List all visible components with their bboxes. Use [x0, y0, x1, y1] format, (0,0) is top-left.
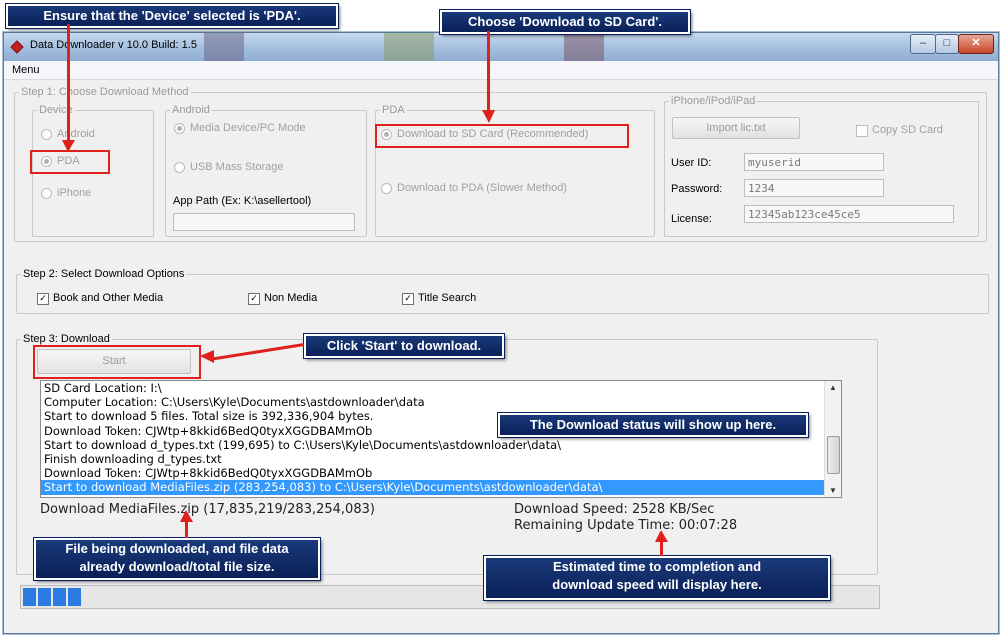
- device-arrow-head: [62, 140, 75, 152]
- sdcard-arrow-head: [482, 110, 495, 123]
- minimize-button[interactable]: –: [910, 34, 936, 54]
- app-icon: [10, 40, 24, 54]
- android-media-device-label: Media Device/PC Mode: [190, 122, 306, 134]
- progress-block: [23, 588, 36, 606]
- log-line: SD Card Location: I:\: [44, 381, 162, 395]
- title-bar-decoration: [564, 33, 604, 61]
- book-media-label: Book and Other Media: [53, 292, 164, 304]
- app-path-label: App Path (Ex: K:\asellertool): [173, 195, 312, 207]
- log-scrollbar[interactable]: ▲ ▼: [824, 381, 841, 497]
- annotation-estimate-line: Estimated time to completion and: [552, 559, 762, 574]
- device-android-radio[interactable]: [41, 129, 52, 140]
- device-iphone-label: iPhone: [57, 187, 92, 199]
- device-arrow-line: [67, 24, 70, 142]
- device-android-label: Android: [57, 128, 95, 140]
- title-bar-decoration: [204, 33, 244, 61]
- non-media-checkbox[interactable]: ✓: [248, 293, 260, 305]
- annotation-start-callout: Click 'Start' to download.: [304, 334, 504, 358]
- title-search-label: Title Search: [418, 292, 477, 304]
- annotation-device-callout: Ensure that the 'Device' selected is 'PD…: [6, 4, 338, 28]
- step3-legend: Step 3: Download: [23, 333, 110, 345]
- scroll-thumb[interactable]: [827, 436, 840, 474]
- import-license-button[interactable]: Import lic.txt: [672, 117, 800, 139]
- password-label: Password:: [671, 183, 723, 195]
- pda-legend: PDA: [382, 104, 405, 116]
- android-media-device-radio[interactable]: [174, 123, 185, 134]
- annotation-filedata-callout: File being downloaded, and file data alr…: [34, 538, 320, 580]
- pda-highlight-box: [30, 150, 110, 174]
- annotation-estimate-line: download speed will display here.: [552, 577, 762, 592]
- filedata-arrow-line: [185, 520, 188, 538]
- annotation-filedata-line: File being downloaded, and file data: [65, 541, 289, 556]
- annotation-status-callout: The Download status will show up here.: [498, 413, 808, 437]
- estimate-arrow-line: [660, 540, 663, 556]
- step1-legend: Step 1: Choose Download Method: [21, 86, 189, 98]
- window-title: Data Downloader v 10.0 Build: 1.5: [30, 39, 197, 51]
- maximize-button[interactable]: □: [935, 34, 959, 54]
- annotation-sdcard-callout: Choose 'Download to SD Card'.: [440, 10, 690, 34]
- android-legend: Android: [172, 104, 210, 116]
- pda-direct-radio[interactable]: [381, 183, 392, 194]
- filedata-arrow-head: [180, 510, 193, 522]
- title-search-checkbox[interactable]: ✓: [402, 293, 414, 305]
- scroll-up-icon[interactable]: ▲: [829, 383, 837, 392]
- copy-sd-card-label: Copy SD Card: [872, 124, 943, 136]
- remaining-time: Remaining Update Time: 00:07:28: [514, 518, 738, 533]
- current-file-status: Download MediaFiles.zip (17,835,219/283,…: [40, 502, 375, 517]
- progress-block: [38, 588, 51, 606]
- title-bar[interactable]: Data Downloader v 10.0 Build: 1.5 – □ ✕: [4, 33, 998, 61]
- log-line: Start to download d_types.txt (199,695) …: [44, 437, 562, 452]
- progress-block: [53, 588, 66, 606]
- android-usb-storage-label: USB Mass Storage: [190, 161, 284, 173]
- pda-direct-label: Download to PDA (Slower Method): [397, 182, 567, 194]
- download-speed: Download Speed: 2528 KB/Sec: [514, 502, 715, 517]
- sdcard-highlight-box: [375, 124, 629, 148]
- iphone-legend: iPhone/iPod/iPad: [671, 95, 756, 107]
- menu-item-menu[interactable]: Menu: [12, 64, 40, 76]
- license-label: License:: [671, 213, 712, 225]
- annotation-estimate-callout: Estimated time to completion and downloa…: [484, 556, 830, 600]
- license-input[interactable]: 12345ab123ce45ce5: [744, 205, 954, 223]
- estimate-arrow-head: [655, 530, 668, 542]
- log-line: Computer Location: C:\Users\Kyle\Documen…: [44, 395, 425, 410]
- download-log[interactable]: SD Card Location: I:\ Computer Location:…: [40, 380, 842, 498]
- step2-group: Step 2: Select Download Options: [16, 268, 989, 314]
- android-usb-storage-radio[interactable]: [174, 162, 185, 173]
- close-button[interactable]: ✕: [958, 34, 994, 54]
- app-path-input[interactable]: [173, 213, 355, 231]
- step2-legend: Step 2: Select Download Options: [23, 268, 185, 280]
- log-line: Finish downloading d_types.txt: [44, 451, 222, 466]
- user-id-label: User ID:: [671, 157, 712, 169]
- title-bar-decoration: [384, 33, 434, 61]
- menu-bar: Menu: [4, 61, 998, 80]
- user-id-input[interactable]: myuserid: [744, 153, 884, 171]
- start-arrow-head: [200, 350, 214, 363]
- sdcard-arrow-line: [487, 31, 490, 113]
- copy-sd-card-checkbox[interactable]: [856, 125, 868, 137]
- scroll-down-icon[interactable]: ▼: [829, 486, 837, 495]
- device-iphone-radio[interactable]: [41, 188, 52, 199]
- log-line: Download Token: CJWtp+8kkid6BedQ0tyxXGGD…: [44, 466, 373, 481]
- non-media-label: Non Media: [264, 292, 318, 304]
- book-media-checkbox[interactable]: ✓: [37, 293, 49, 305]
- log-line-selected: Start to download MediaFiles.zip (283,25…: [41, 480, 841, 495]
- progress-block: [68, 588, 81, 606]
- password-input[interactable]: 1234: [744, 179, 884, 197]
- start-highlight-box: [33, 345, 201, 379]
- annotation-filedata-line: already download/total file size.: [79, 559, 275, 574]
